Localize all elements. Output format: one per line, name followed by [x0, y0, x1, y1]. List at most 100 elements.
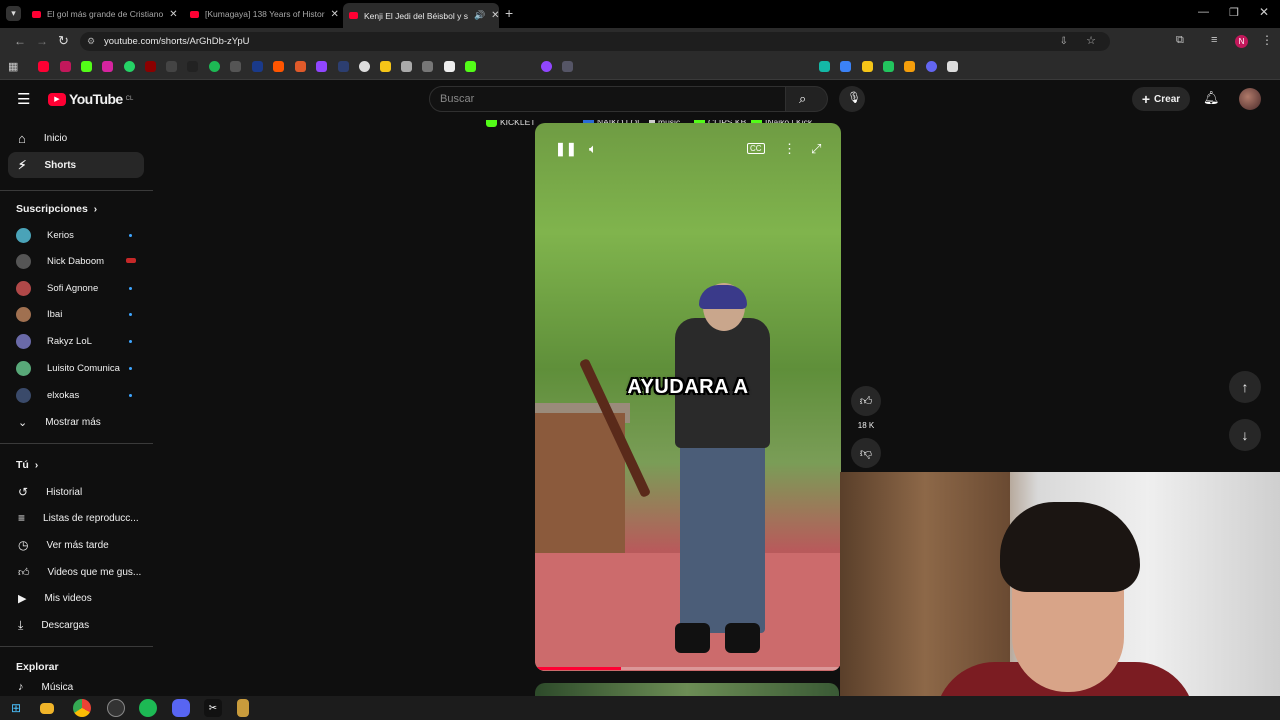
bookmark-icon[interactable] [883, 61, 894, 72]
show-more-button[interactable]: ⌄ Mostrar más [8, 409, 144, 435]
subscription-nick-daboom[interactable]: Nick Daboom [16, 250, 136, 272]
sidebar-item-watch-later[interactable]: ◷ Ver más tarde [8, 532, 144, 558]
bookmark-icon[interactable] [230, 61, 241, 72]
discord-icon[interactable] [172, 699, 190, 717]
bookmark-icon[interactable] [947, 61, 958, 72]
subscription-ibai[interactable]: Ibai [16, 303, 136, 325]
short-video-player[interactable]: AYUDARA A ❚❚ 🔈︎ CC ⋮ ⤢ [535, 123, 841, 671]
league-of-legends-icon[interactable] [237, 699, 249, 717]
bookmark-icon[interactable] [862, 61, 873, 72]
more-options-icon[interactable]: ⋮ [783, 141, 796, 157]
soundcloud-bookmark-icon[interactable] [273, 61, 284, 72]
extensions-icon[interactable]: ⧉ [1176, 34, 1184, 47]
kick-bookmark-icon[interactable] [81, 61, 92, 72]
restore-icon[interactable]: ❐ [1229, 6, 1239, 19]
fullscreen-icon[interactable]: ⤢ [811, 141, 821, 157]
browser-tab-3[interactable]: Kenji El Jedi del Béisbol y s 🔊 ✕ [343, 3, 499, 28]
sidebar-item-downloads[interactable]: ⤓ Descargas [8, 612, 144, 638]
pause-icon[interactable]: ❚❚ [555, 141, 577, 157]
spotify-icon[interactable] [139, 699, 157, 717]
sidebar-item-liked-videos[interactable]: 👍︎ Videos que me gus... [8, 559, 144, 585]
spotify-bookmark-icon[interactable] [209, 61, 220, 72]
file-explorer-icon[interactable] [40, 703, 54, 714]
previous-short-button[interactable]: ↑ [1229, 371, 1261, 403]
hamburger-menu-icon[interactable]: ☰ [17, 90, 30, 108]
bookmark-icon[interactable] [338, 61, 349, 72]
volume-icon[interactable]: 🔈︎ [589, 141, 597, 157]
close-tab-icon[interactable]: ✕ [491, 10, 499, 21]
subscription-kerios[interactable]: Kerios [16, 224, 136, 246]
bookmark-icon[interactable] [252, 61, 263, 72]
bookmark-icon[interactable] [422, 61, 433, 72]
video-progress-bar[interactable] [535, 667, 841, 670]
x-bookmark-icon[interactable] [166, 61, 177, 72]
apps-grid-icon[interactable]: ▦ [8, 60, 18, 73]
you-header[interactable]: Tú › [16, 459, 38, 471]
tab-search-icon[interactable]: ▾ [6, 6, 21, 21]
subscription-sofi-agnone[interactable]: Sofi Agnone [16, 277, 136, 299]
bookmark-icon[interactable] [145, 61, 156, 72]
subscription-luisito-comunica[interactable]: Luisito Comunica [16, 357, 136, 379]
minimize-icon[interactable]: — [1198, 6, 1209, 18]
youtube-logo[interactable]: ▶ YouTube CL [48, 91, 133, 107]
notifications-bell-icon[interactable]: 🔔︎ [1203, 90, 1220, 106]
bookmark-icon[interactable] [444, 61, 455, 72]
sidebar-item-home[interactable]: ⌂ Inicio [8, 125, 144, 151]
account-avatar[interactable] [1239, 88, 1261, 110]
bookmark-icon[interactable] [60, 61, 71, 72]
youtube-bookmark-icon[interactable] [38, 61, 49, 72]
bookmark-icon[interactable] [465, 61, 476, 72]
whatsapp-bookmark-icon[interactable] [124, 61, 135, 72]
capcut-icon[interactable]: ✂ [204, 699, 222, 717]
sidebar-item-playlists[interactable]: ≡ Listas de reproducc... [8, 505, 144, 531]
search-input[interactable]: Buscar [429, 86, 786, 112]
instagram-bookmark-icon[interactable] [102, 61, 113, 72]
back-icon[interactable]: ← [14, 34, 26, 48]
captions-icon[interactable]: CC [747, 143, 765, 154]
browser-tab-1[interactable]: El gol más grande de Cristiano ✕ [26, 4, 182, 24]
close-tab-icon[interactable]: ✕ [331, 9, 339, 20]
sidebar-item-shorts[interactable]: ⚡︎ Shorts [8, 152, 144, 178]
browser-tab-2[interactable]: [Kumagaya] 138 Years of Histor ✕ [184, 4, 340, 24]
bookmark-icon[interactable] [541, 61, 552, 72]
like-button[interactable]: 👍︎ [851, 386, 881, 416]
bookmark-icon[interactable] [562, 61, 573, 72]
subscription-elxokas[interactable]: elxokas [16, 384, 136, 406]
bookmark-icon[interactable] [295, 61, 306, 72]
bookmark-star-icon[interactable]: ☆ [1086, 32, 1096, 51]
bookmark-icon[interactable] [401, 61, 412, 72]
browser-menu-icon[interactable]: ⋮ [1261, 33, 1273, 47]
dislike-button[interactable]: 👎︎ [851, 438, 881, 468]
close-window-icon[interactable]: ✕ [1259, 5, 1269, 19]
bookmark-icon[interactable] [380, 61, 391, 72]
app-icon[interactable] [107, 699, 125, 717]
tiktok-bookmark-icon[interactable] [187, 61, 198, 72]
install-icon[interactable]: ⇩ [1060, 32, 1068, 51]
bookmark-icon[interactable] [819, 61, 830, 72]
sidebar-item-music[interactable]: ♪ Música [8, 677, 144, 697]
voice-search-button[interactable]: 🎙 [839, 86, 865, 112]
profile-avatar[interactable]: N [1235, 35, 1248, 48]
media-controls-icon[interactable]: ≡ [1211, 34, 1217, 46]
bookmark-icon[interactable] [926, 61, 937, 72]
address-bar[interactable]: ⚙ youtube.com/shorts/ArGhDb-zYpU ⇩ ☆ [80, 32, 1110, 51]
start-windows-icon[interactable]: ⊞ [7, 699, 25, 717]
close-tab-icon[interactable]: ✕ [169, 9, 177, 20]
sidebar-item-history[interactable]: ↺ Historial [8, 479, 144, 505]
subscription-rakyz-lol[interactable]: Rakyz LoL [16, 330, 136, 352]
chrome-icon[interactable] [73, 699, 91, 717]
bookmark-icon[interactable] [840, 61, 851, 72]
new-tab-button[interactable]: + [505, 5, 513, 21]
speaker-icon[interactable]: 🔊 [474, 10, 485, 21]
bookmark-icon[interactable] [359, 61, 370, 72]
next-short-button[interactable]: ↓ [1229, 419, 1261, 451]
sidebar-item-my-videos[interactable]: ▶︎ Mis videos [8, 585, 144, 611]
bookmark-icon[interactable] [316, 61, 327, 72]
create-button[interactable]: + Crear [1132, 87, 1190, 111]
reload-icon[interactable]: ↻ [58, 33, 69, 49]
bookmark-icon[interactable] [904, 61, 915, 72]
forward-icon[interactable]: → [36, 34, 48, 48]
search-button[interactable]: ⌕ [786, 86, 828, 112]
site-info-icon[interactable]: ⚙ [87, 32, 95, 51]
subscriptions-header[interactable]: Suscripciones › [16, 203, 97, 215]
